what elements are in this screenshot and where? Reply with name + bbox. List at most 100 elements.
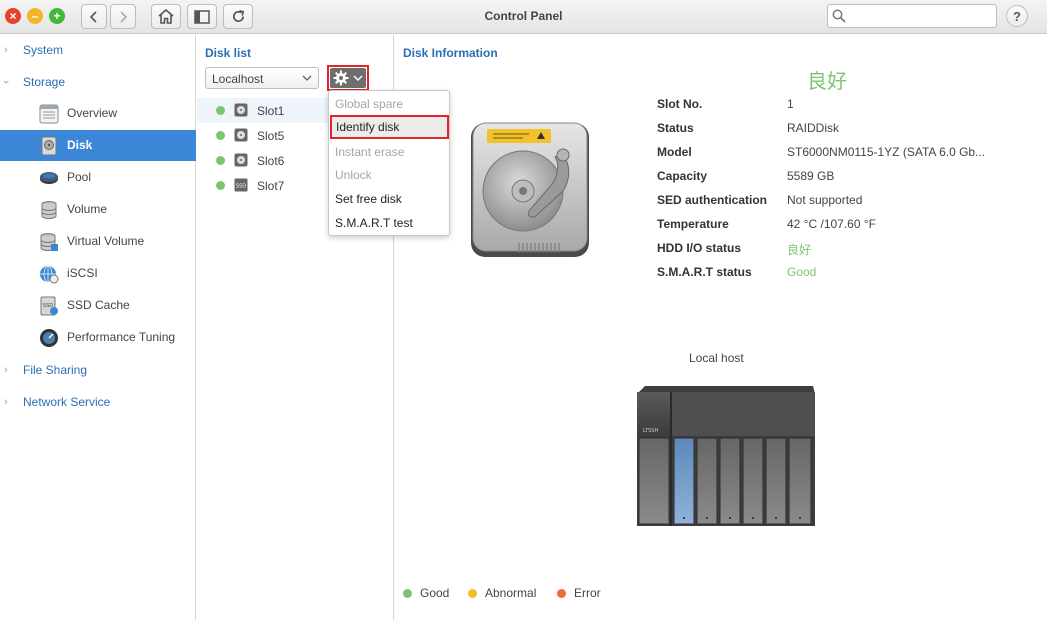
sidebar-item-label: Performance Tuning (67, 330, 176, 344)
chevron-down-icon (353, 75, 363, 82)
chevron-down-icon: › (0, 80, 12, 84)
close-window-button[interactable]: × (5, 8, 21, 24)
performance-tuning-icon (40, 329, 58, 347)
home-button[interactable] (151, 4, 181, 29)
info-value-model: ST6000NM0115-1YZ (SATA 6.0 Gb... (787, 145, 986, 159)
legend-error-dot (557, 589, 566, 598)
hdd-icon (234, 153, 248, 167)
sidebar: › System › Storage Overview Disk Pool Vo… (0, 35, 196, 620)
chevron-right-icon (120, 10, 128, 23)
info-value-sed-authentication: Not supported (787, 193, 863, 207)
sidebar-item-performance-tuning[interactable]: Performance Tuning (0, 322, 196, 353)
info-value-hdd-io-status: 良好 (787, 243, 812, 257)
home-icon (158, 9, 174, 24)
sidebar-item-ssd-cache[interactable]: SSD SSD Cache (0, 290, 196, 321)
sidebar-category-system[interactable]: › System (0, 38, 196, 62)
slot-label: Slot6 (257, 154, 285, 168)
gear-icon (333, 70, 349, 86)
category-label: Storage (23, 75, 66, 89)
menu-item-instant-erase[interactable]: Instant erase (329, 140, 449, 164)
ssd-badge-text: SSD (236, 184, 246, 190)
info-label-hdd-io-status: HDD I/O status (657, 241, 742, 255)
nas-device-illustration: LTSSH (637, 386, 815, 526)
disk-health-status: 良好 (807, 71, 847, 93)
slot-label: Slot1 (257, 104, 285, 118)
menu-item-global-spare[interactable]: Global spare (329, 92, 449, 116)
info-label-status: Status (657, 121, 694, 135)
sidebar-item-label: SSD Cache (67, 298, 130, 312)
local-host-label: Local host (689, 351, 744, 365)
menu-item-identify-disk[interactable]: Identify disk (330, 115, 449, 139)
menu-item-unlock[interactable]: Unlock (329, 163, 449, 187)
forward-button[interactable] (110, 4, 136, 29)
status-good-dot (216, 181, 225, 190)
sidebar-icon (194, 9, 210, 24)
sidebar-category-storage[interactable]: › Storage (0, 70, 196, 94)
disk-information-panel: Disk Information 良好 Slot No. 1 Status RA… (395, 35, 1047, 620)
info-label-slot-no: Slot No. (657, 97, 703, 111)
info-value-smart-status: Good (787, 265, 817, 279)
sidebar-category-network-service[interactable]: › Network Service (0, 390, 196, 414)
info-label-smart-status: S.M.A.R.T status (657, 265, 752, 279)
menu-item-set-free-disk[interactable]: Set free disk (329, 187, 449, 211)
sidebar-item-pool[interactable]: Pool (0, 162, 196, 193)
sidebar-item-label: Pool (67, 170, 92, 184)
info-value-slot-no: 1 (787, 97, 794, 111)
chevron-left-icon (89, 10, 97, 23)
slot-label: Slot7 (257, 179, 285, 193)
help-button[interactable]: ? (1006, 5, 1028, 27)
hard-disk-illustration (471, 122, 589, 257)
info-label-temperature: Temperature (657, 217, 729, 231)
legend-label: Error (574, 586, 601, 600)
sidebar-item-label: Volume (67, 202, 108, 216)
category-label: System (23, 43, 64, 57)
sidebar-item-iscsi[interactable]: iSCSI (0, 258, 196, 289)
menu-item-smart-test[interactable]: S.M.A.R.T test (329, 211, 449, 235)
toggle-sidebar-button[interactable] (187, 4, 217, 29)
slot-label: Slot5 (257, 129, 285, 143)
sidebar-category-file-sharing[interactable]: › File Sharing (0, 358, 196, 382)
chevron-right-icon: › (4, 396, 8, 408)
search-icon (832, 9, 846, 23)
sidebar-item-label: Disk (67, 138, 93, 152)
chevron-right-icon: › (4, 364, 8, 376)
category-label: Network Service (23, 395, 111, 409)
host-select[interactable]: Localhost (205, 67, 319, 89)
back-button[interactable] (81, 4, 107, 29)
nas-brand-label: LTSSH (643, 428, 658, 434)
status-good-dot (216, 131, 225, 140)
search-input[interactable] (850, 7, 990, 25)
hdd-icon (234, 128, 248, 142)
disk-actions-button[interactable] (327, 65, 369, 91)
sidebar-item-label: Virtual Volume (67, 234, 145, 248)
maximize-window-button[interactable]: + (49, 8, 65, 24)
disk-actions-menu: Global spare Identify disk Instant erase… (328, 90, 450, 236)
minimize-window-button[interactable]: – (27, 8, 43, 24)
legend-good-dot (403, 589, 412, 598)
info-label-sed-authentication: SED authentication (657, 193, 768, 207)
sidebar-item-volume[interactable]: Volume (0, 194, 196, 225)
legend-error: Error (557, 586, 601, 600)
search-box[interactable] (827, 4, 997, 28)
help-icon: ? (1013, 8, 1021, 24)
hdd-icon (234, 103, 248, 117)
virtual-volume-icon (40, 233, 58, 251)
legend-abnormal: Abnormal (468, 586, 536, 600)
overview-icon (39, 104, 59, 124)
refresh-button[interactable] (223, 4, 253, 29)
disk-information-title: Disk Information (403, 46, 498, 60)
chevron-right-icon: › (4, 44, 8, 56)
sidebar-item-disk[interactable]: Disk (0, 130, 196, 161)
disk-icon (41, 136, 57, 156)
refresh-icon (232, 10, 244, 23)
title-bar: × – + Control Panel ? (0, 0, 1047, 34)
legend-good: Good (403, 586, 449, 600)
sidebar-item-label: Overview (67, 106, 118, 120)
legend-abnormal-dot (468, 589, 477, 598)
volume-icon (41, 201, 57, 219)
status-good-dot (216, 106, 225, 115)
sidebar-item-label: iSCSI (67, 266, 98, 280)
legend-label: Good (420, 586, 450, 600)
sidebar-item-overview[interactable]: Overview (0, 98, 196, 129)
sidebar-item-virtual-volume[interactable]: Virtual Volume (0, 226, 196, 257)
